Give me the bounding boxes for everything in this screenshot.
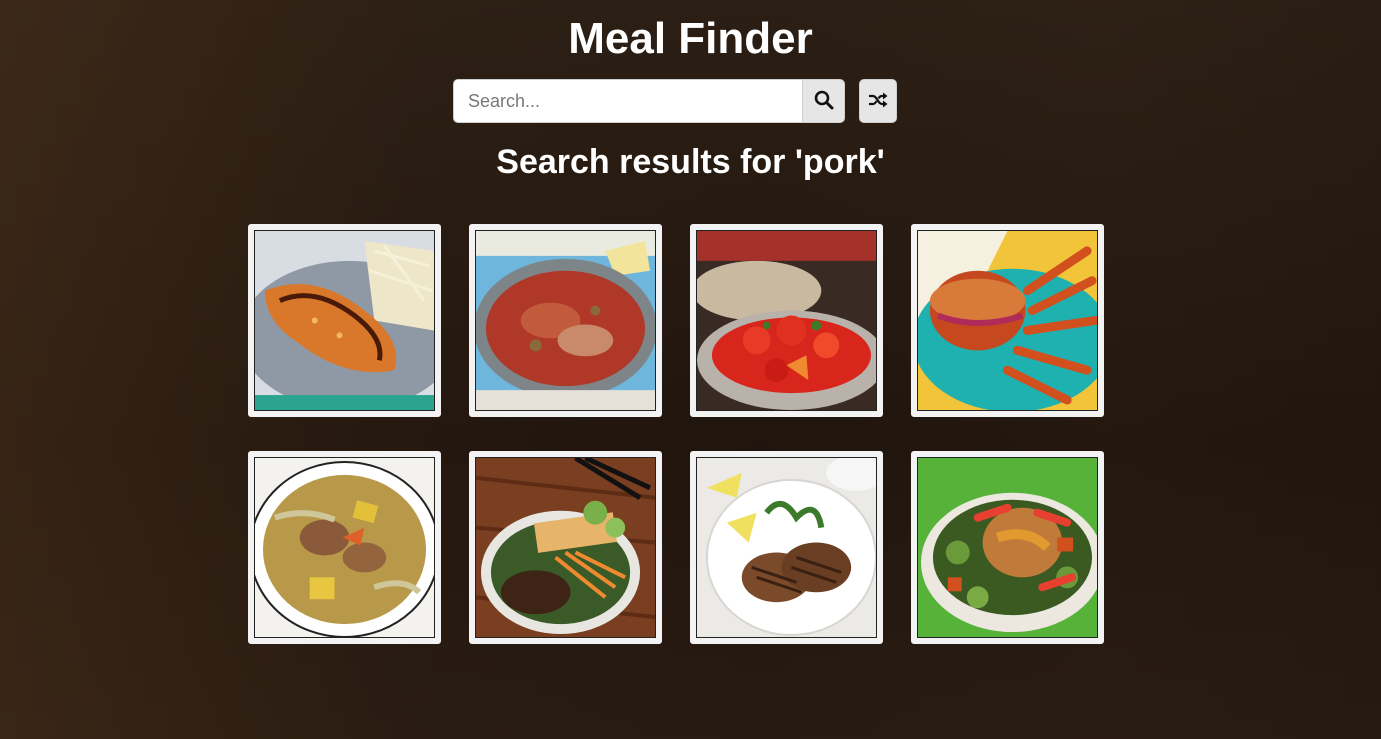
meal-card[interactable]: [469, 224, 662, 417]
sweet-and-sour-pork-image: [696, 230, 877, 411]
meals-grid: [248, 224, 1104, 644]
meal-card[interactable]: [248, 224, 441, 417]
random-meal-button[interactable]: [859, 79, 897, 123]
pork-chops-apples-image: [917, 457, 1098, 638]
grilled-pork-chops-image: [696, 457, 877, 638]
app-title: Meal Finder: [568, 14, 813, 63]
results-heading: Search results for 'pork': [496, 143, 885, 181]
shuffle-icon: [868, 92, 888, 111]
meal-card[interactable]: [911, 451, 1104, 644]
search-form: [453, 79, 845, 123]
search-input[interactable]: [453, 79, 803, 123]
search-icon: [814, 90, 834, 113]
meal-card[interactable]: [469, 451, 662, 644]
meal-card[interactable]: [690, 224, 883, 417]
pork-katsu-image: [254, 230, 435, 411]
meal-card[interactable]: [690, 451, 883, 644]
vietnamese-pork-bowl-image: [475, 457, 656, 638]
pork-stew-pan-image: [475, 230, 656, 411]
pork-cabbage-soup-image: [254, 457, 435, 638]
meal-card[interactable]: [248, 451, 441, 644]
search-button[interactable]: [803, 79, 845, 123]
meal-card[interactable]: [911, 224, 1104, 417]
pulled-pork-sandwich-image: [917, 230, 1098, 411]
